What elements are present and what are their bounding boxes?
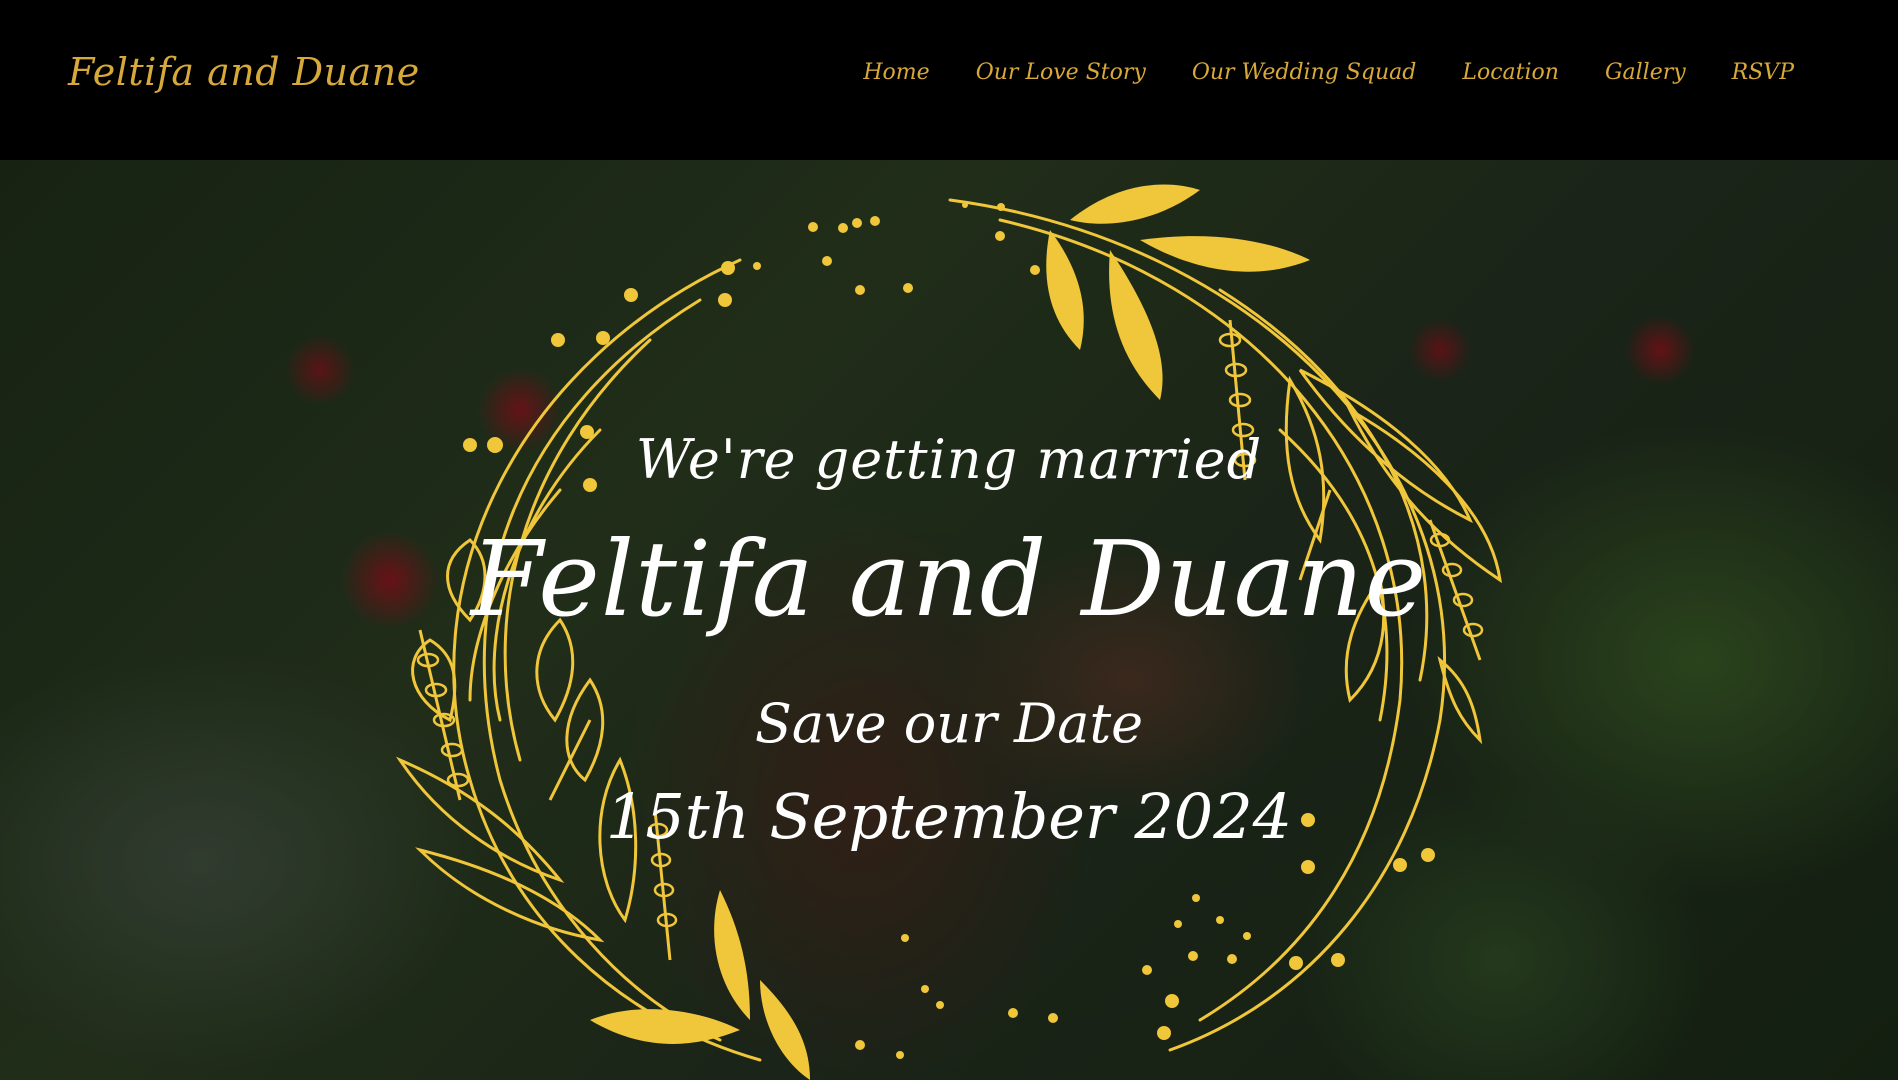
- nav-home[interactable]: Home: [863, 60, 929, 85]
- nav-gallery[interactable]: Gallery: [1605, 60, 1686, 85]
- site-header: Feltifa and Duane Home Our Love Story Ou…: [0, 0, 1898, 160]
- brand-logo[interactable]: Feltifa and Duane: [68, 50, 420, 94]
- nav-our-love-story[interactable]: Our Love Story: [976, 60, 1146, 85]
- hero-tagline: We're getting married: [635, 428, 1263, 491]
- wedding-date: 15th September 2024: [605, 780, 1293, 853]
- nav-rsvp[interactable]: RSVP: [1732, 60, 1794, 85]
- nav-our-wedding-squad[interactable]: Our Wedding Squad: [1192, 60, 1417, 85]
- save-date-label: Save our Date: [754, 692, 1144, 755]
- hero-section: We're getting married Feltifa and Duane …: [0, 160, 1898, 1080]
- hero-content: We're getting married Feltifa and Duane …: [0, 160, 1898, 1080]
- nav-location[interactable]: Location: [1462, 60, 1559, 85]
- hero-couple-names: Feltifa and Duane: [470, 518, 1428, 640]
- main-nav: Home Our Love Story Our Wedding Squad Lo…: [863, 60, 1794, 85]
